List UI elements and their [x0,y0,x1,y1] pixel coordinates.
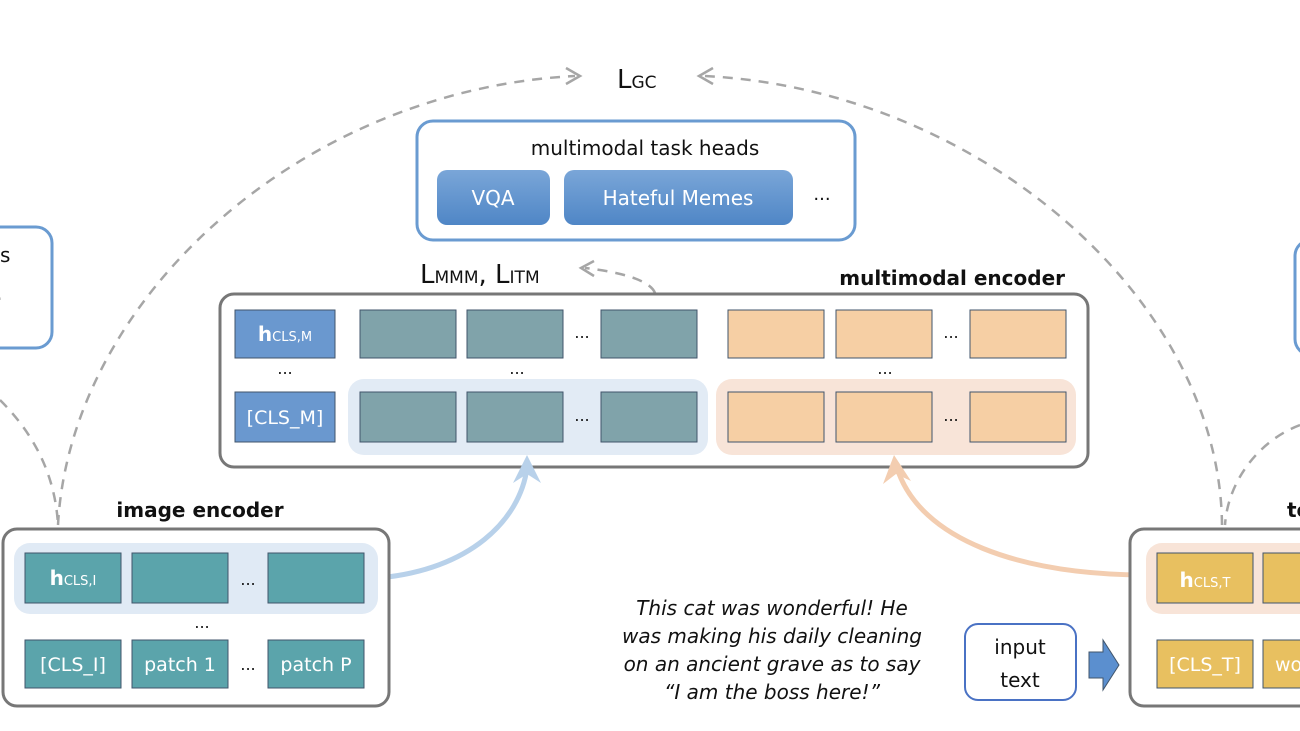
image-encoder-title: image encoder [116,498,283,522]
cls-m-token: [CLS_M] [234,391,336,443]
text-to-multimodal-arrow [894,467,1149,578]
svg-text:...: ... [574,406,589,425]
svg-text:input: input [994,635,1046,659]
svg-text:Hateful Memes: Hateful Memes [603,186,754,210]
svg-text:.: . [0,281,2,305]
svg-text:text: text [1000,668,1040,692]
svg-text:...: ... [240,570,255,589]
svg-text:This cat was wonderful! He: This cat was wonderful! He [636,596,908,620]
svg-text:[CLS_M]: [CLS_M] [247,407,324,429]
svg-text:VQA: VQA [471,186,514,210]
svg-text:...: ... [509,359,524,378]
svg-text:...: ... [277,359,292,378]
multimodal-encoder: multimodal encoder hCLS,M ... [CLS_M] ..… [218,266,1090,469]
multimodal-task-heads: multimodal task heads VQA Hateful Memes … [415,119,857,242]
svg-text:...: ... [574,323,589,342]
flava-architecture-diagram: LGC LMMM, LITM multimodal task heads VQA… [0,65,1300,708]
svg-text:...: ... [943,323,958,342]
cls-t-token: [CLS_T] [1169,654,1241,676]
left-loss-arc [0,399,60,526]
input-arrow-icon [1088,638,1120,692]
task-heads-more: ... [813,184,830,205]
cls-i-token: [CLS_I] [40,654,106,676]
text-encoder: te hCLS,T [CLS_T] wo [1128,498,1300,708]
h-cls-m-token: hCLS,M [234,309,336,359]
image-encoder: image encoder hCLS,I ... ... [CLS_I] pat… [1,498,391,708]
svg-text:...: ... [877,359,892,378]
svg-text:was making his daily cleaning: was making his daily cleaning [622,624,922,648]
word-token-partial: wo [1275,654,1300,676]
input-text-example: This cat was wonderful! He was making hi… [622,596,922,704]
task-head-vqa[interactable]: VQA [437,170,550,225]
task-head-hateful-memes[interactable]: Hateful Memes [564,170,793,225]
svg-text:...: ... [240,655,255,674]
loss-gc-label: LGC [617,65,657,95]
svg-text:...: ... [194,613,209,632]
text-encoder-title: te [1287,498,1300,522]
input-text-box: input text [964,623,1077,701]
left-partial-box: s . [0,225,54,350]
loss-mmm-itm-label: LMMM, LITM [420,260,540,290]
svg-text:on an ancient grave as to say: on an ancient grave as to say [624,652,922,676]
multimodal-encoder-title: multimodal encoder [839,266,1065,290]
svg-text:...: ... [943,406,958,425]
mmm-arc [584,266,657,294]
right-partial-box [1293,242,1300,353]
image-to-multimodal-arrow [377,467,530,581]
svg-text:s: s [0,243,10,267]
patch-p-token: patch P [280,654,351,676]
svg-text:“I am the boss here!”: “I am the boss here!” [664,680,881,704]
task-heads-title: multimodal task heads [531,136,760,160]
patch-1-token: patch 1 [144,654,216,676]
